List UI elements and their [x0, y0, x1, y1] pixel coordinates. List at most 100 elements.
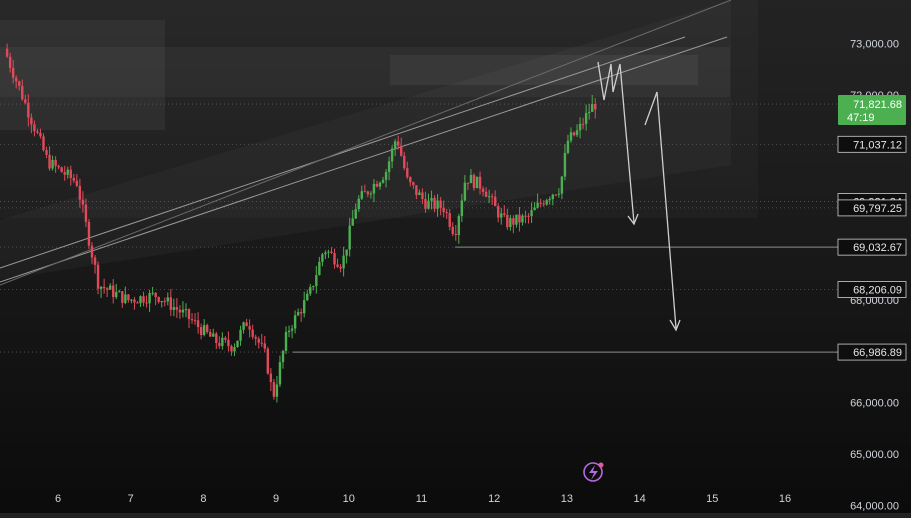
candle-body	[48, 154, 51, 169]
candle-body	[512, 218, 515, 225]
candle-body	[439, 200, 442, 208]
candle-body	[500, 213, 503, 218]
candle-body	[487, 196, 491, 198]
candle-body	[284, 332, 288, 351]
candle-body	[375, 183, 379, 187]
candle-body	[524, 215, 527, 217]
candle-body	[366, 191, 370, 195]
x-tick-label: 14	[633, 493, 645, 505]
candle-body	[448, 213, 451, 227]
candle-body	[175, 307, 179, 310]
price-level-label: 66,986.89	[853, 347, 902, 359]
candle-body	[57, 165, 60, 168]
candle-body	[384, 172, 388, 180]
candle-body	[587, 111, 591, 113]
candle-body	[93, 257, 97, 265]
candle-body	[536, 202, 539, 208]
candle-body	[96, 264, 100, 289]
candle-body	[563, 152, 567, 177]
current-price-label: 71,821.68	[853, 99, 902, 111]
candle-body	[239, 329, 242, 341]
candle-body	[542, 203, 545, 205]
candle-body	[102, 286, 106, 289]
price-level-label: 71,037.12	[853, 139, 902, 151]
candle-body	[424, 198, 427, 209]
candle-body	[199, 327, 203, 335]
candle-body	[154, 292, 157, 298]
price-levels-layer	[293, 246, 838, 353]
candle-body	[90, 245, 94, 258]
candle-body	[412, 182, 415, 186]
candle-body	[263, 343, 266, 349]
y-tick-label: 73,000.00	[850, 39, 899, 51]
candle-body	[454, 234, 457, 236]
candle-body	[309, 287, 312, 294]
candle-body	[18, 81, 21, 86]
candle-body	[569, 132, 573, 141]
candle-body	[21, 85, 24, 100]
price-level-label: 69,032.67	[853, 242, 902, 254]
candle-body	[11, 67, 15, 78]
candle-body	[178, 309, 182, 313]
candle-body	[315, 275, 318, 287]
chart-canvas[interactable]: 64,000.0065,000.0066,000.0068,000.0072,0…	[0, 0, 911, 513]
candle-body	[42, 136, 45, 151]
candle-body	[545, 200, 548, 205]
candle-body	[124, 294, 127, 303]
candle-body	[130, 299, 133, 301]
candle-body	[469, 175, 473, 184]
candle-body	[584, 112, 588, 124]
candle-body	[318, 261, 321, 276]
candle-countdown-label: 47:19	[847, 112, 875, 124]
candle-body	[430, 198, 433, 201]
price-chart[interactable]: 64,000.0065,000.0066,000.0068,000.0072,0…	[0, 0, 911, 513]
candle-body	[406, 168, 409, 178]
candle-body	[221, 337, 224, 346]
candle-body	[533, 207, 536, 211]
candle-body	[30, 117, 33, 125]
candle-body	[518, 214, 521, 223]
x-tick-label: 7	[128, 493, 134, 505]
candle-body	[418, 192, 421, 195]
x-tick-label: 11	[416, 493, 427, 505]
candle-body	[69, 169, 72, 178]
candle-body	[484, 191, 488, 197]
candle-body	[290, 328, 294, 331]
candle-body	[436, 200, 439, 209]
candle-body	[87, 221, 91, 246]
candle-body	[196, 320, 200, 328]
candle-body	[51, 159, 54, 169]
candle-body	[224, 337, 227, 340]
candle-body	[363, 191, 367, 193]
candle-body	[591, 104, 594, 112]
candle-body	[275, 384, 279, 397]
candle-body	[99, 286, 103, 289]
candle-body	[108, 285, 112, 290]
candle-body	[515, 214, 518, 225]
candle-body	[151, 292, 154, 294]
candle-body	[218, 343, 221, 346]
candle-body	[481, 188, 485, 192]
candle-body	[348, 225, 351, 250]
candle-body	[209, 331, 212, 337]
candle-body	[36, 131, 39, 133]
candle-body	[560, 176, 564, 194]
price-level-label: 69,797.25	[853, 203, 902, 215]
x-tick-label: 6	[55, 493, 61, 505]
candle-body	[142, 296, 145, 303]
candle-body	[472, 175, 476, 189]
candle-body	[575, 130, 579, 136]
replay-icon[interactable]	[583, 462, 604, 482]
candle-body	[372, 183, 376, 194]
candle-body	[166, 297, 169, 302]
candle-body	[457, 216, 461, 236]
candle-body	[378, 182, 382, 187]
candle-body	[75, 180, 79, 186]
candle-body	[509, 218, 512, 228]
candle-body	[521, 215, 524, 223]
candle-body	[339, 266, 342, 269]
candle-body	[306, 293, 309, 301]
candle-body	[403, 155, 406, 169]
candle-body	[299, 312, 303, 314]
candle-body	[181, 309, 185, 313]
